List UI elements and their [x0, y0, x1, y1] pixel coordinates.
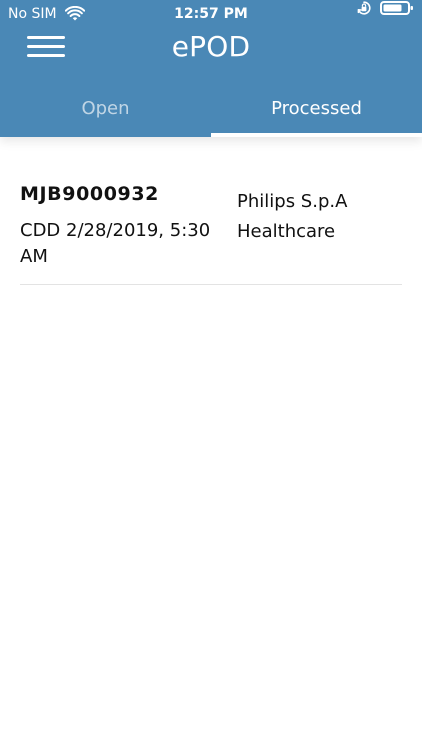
tab-bar: Open Processed — [0, 80, 422, 137]
orientation-lock-icon — [356, 0, 372, 16]
company-line1: Philips S.p.A — [237, 191, 348, 212]
processed-list: MJB9000932 CDD 2/28/2019, 5:30 AM Philip… — [0, 137, 422, 750]
company-line2: Healthcare — [237, 221, 336, 242]
page-title: ePOD — [171, 30, 251, 63]
tab-processed-label: Processed — [271, 98, 362, 119]
list-item-left: MJB9000932 CDD 2/28/2019, 5:30 AM — [20, 183, 225, 270]
app-screen: No SIM 12:57 PM ePOD Open Processed MJB9… — [0, 0, 422, 750]
cdd-datetime: CDD 2/28/2019, 5:30 AM — [20, 220, 211, 267]
status-right — [356, 0, 414, 16]
tab-open-label: Open — [81, 98, 130, 119]
list-item-right: Philips S.p.A Healthcare — [237, 187, 402, 247]
tab-processed[interactable]: Processed — [211, 80, 422, 137]
status-bar: No SIM 12:57 PM — [0, 0, 422, 28]
battery-icon — [380, 0, 414, 16]
tab-open[interactable]: Open — [0, 80, 211, 137]
order-id: MJB9000932 — [20, 183, 159, 205]
list-item[interactable]: MJB9000932 CDD 2/28/2019, 5:30 AM Philip… — [20, 183, 402, 285]
top-bar: No SIM 12:57 PM ePOD Open Processed — [0, 0, 422, 137]
